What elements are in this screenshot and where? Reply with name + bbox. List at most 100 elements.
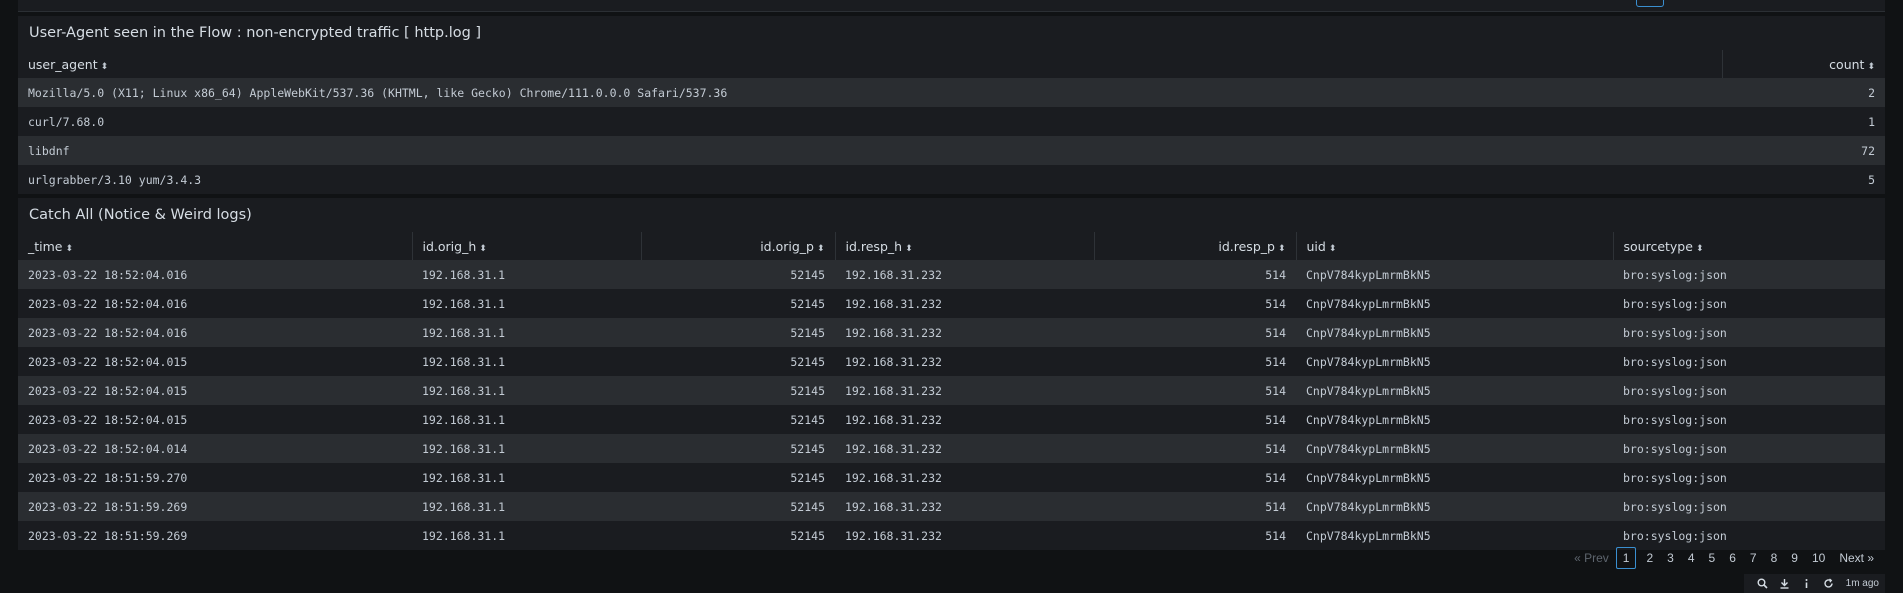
time-cell: 2023-03-22 18:51:59.270 (18, 463, 412, 492)
time-cell: 2023-03-22 18:52:04.016 (18, 260, 412, 289)
page-link-7[interactable]: 7 (1743, 551, 1764, 565)
page-link-3[interactable]: 3 (1660, 551, 1681, 565)
previous-panel-active-page[interactable] (1636, 0, 1664, 7)
resp-p-cell: 514 (1094, 492, 1296, 521)
orig-p-cell: 52145 (641, 318, 835, 347)
column-header-count[interactable]: count ⬍ (1721, 50, 1885, 78)
uid-cell: CnpV784kypLmrmBkN5 (1296, 318, 1613, 347)
sourcetype-cell: bro:syslog:json (1613, 347, 1885, 376)
column-header-user-agent[interactable]: user_agent ⬍ (18, 50, 1722, 78)
page-link-6[interactable]: 6 (1722, 551, 1743, 565)
orig-h-cell: 192.168.31.1 (412, 463, 641, 492)
search-icon[interactable] (1752, 574, 1774, 593)
table-row[interactable]: 2023-03-22 18:52:04.015 192.168.31.1 52145… (18, 376, 1885, 405)
resp-h-cell: 192.168.31.232 (835, 521, 1094, 550)
table-row[interactable]: 2023-03-22 18:52:04.015 192.168.31.1 52145… (18, 405, 1885, 434)
download-icon[interactable] (1774, 574, 1796, 593)
orig-p-cell: 52145 (641, 434, 835, 463)
sourcetype-cell: bro:syslog:json (1613, 434, 1885, 463)
info-icon[interactable] (1796, 574, 1818, 593)
table-header-row: _time ⬍ id.orig_h ⬍ id.orig_p ⬍ id.resp_h ⬍ … (18, 232, 1885, 260)
resp-p-cell: 514 (1094, 376, 1296, 405)
uid-cell: CnpV784kypLmrmBkN5 (1296, 463, 1613, 492)
refresh-icon[interactable] (1818, 574, 1840, 593)
orig-p-cell: 52145 (641, 289, 835, 318)
column-header-orig-h[interactable]: id.orig_h ⬍ (411, 232, 641, 260)
page-link-8[interactable]: 8 (1764, 551, 1785, 565)
sourcetype-cell: bro:syslog:json (1613, 492, 1885, 521)
column-header-sourcetype[interactable]: sourcetype ⬍ (1612, 232, 1885, 260)
column-header-time[interactable]: _time ⬍ (18, 232, 412, 260)
resp-h-cell: 192.168.31.232 (835, 318, 1094, 347)
sourcetype-cell: bro:syslog:json (1613, 463, 1885, 492)
user-agent-cell: curl/7.68.0 (18, 107, 1722, 136)
column-header-resp-h[interactable]: id.resp_h ⬍ (834, 232, 1094, 260)
next-page-link[interactable]: Next » (1832, 551, 1881, 565)
count-cell: 1 (1722, 107, 1885, 136)
orig-h-cell: 192.168.31.1 (412, 318, 641, 347)
orig-h-cell: 192.168.31.1 (412, 492, 641, 521)
user-agent-cell: Mozilla/5.0 (X11; Linux x86_64) AppleWeb… (18, 78, 1722, 107)
orig-h-cell: 192.168.31.1 (412, 521, 641, 550)
table-row[interactable]: 2023-03-22 18:51:59.269 192.168.31.1 52145… (18, 492, 1885, 521)
sourcetype-cell: bro:syslog:json (1613, 376, 1885, 405)
uid-cell: CnpV784kypLmrmBkN5 (1296, 260, 1613, 289)
resp-p-cell: 514 (1094, 318, 1296, 347)
sort-icon: ⬍ (100, 61, 109, 72)
panel-title: Catch All (Notice & Weird logs) (29, 207, 252, 223)
sourcetype-cell: bro:syslog:json (1613, 289, 1885, 318)
user-agent-panel: User-Agent seen in the Flow : non-encryp… (18, 16, 1885, 194)
resp-p-cell: 514 (1094, 521, 1296, 550)
time-cell: 2023-03-22 18:51:59.269 (18, 492, 412, 521)
sourcetype-cell: bro:syslog:json (1613, 260, 1885, 289)
catch-all-table: _time ⬍ id.orig_h ⬍ id.orig_p ⬍ id.resp_h ⬍ … (18, 232, 1885, 550)
page-link-2[interactable]: 2 (1639, 551, 1660, 565)
page-link-5[interactable]: 5 (1702, 551, 1723, 565)
page-link-9[interactable]: 9 (1784, 551, 1805, 565)
table-row[interactable]: 2023-03-22 18:52:04.015 192.168.31.1 52145… (18, 347, 1885, 376)
table-row[interactable]: curl/7.68.0 1 (18, 107, 1885, 136)
page-link-4[interactable]: 4 (1681, 551, 1702, 565)
orig-p-cell: 52145 (641, 376, 835, 405)
column-header-orig-p[interactable]: id.orig_p ⬍ (640, 232, 835, 260)
orig-h-cell: 192.168.31.1 (412, 434, 641, 463)
user-agent-table: user_agent ⬍ count ⬍ Mozilla/5.0 (X11; Lin… (18, 50, 1885, 194)
count-cell: 72 (1722, 136, 1885, 165)
time-cell: 2023-03-22 18:52:04.016 (18, 289, 412, 318)
time-cell: 2023-03-22 18:52:04.016 (18, 318, 412, 347)
previous-panel-footer (18, 0, 1885, 12)
uid-cell: CnpV784kypLmrmBkN5 (1296, 376, 1613, 405)
time-cell: 2023-03-22 18:52:04.015 (18, 347, 412, 376)
sort-icon: ⬍ (1277, 243, 1286, 254)
uid-cell: CnpV784kypLmrmBkN5 (1296, 289, 1613, 318)
page-link-10[interactable]: 10 (1805, 551, 1832, 565)
refreshed-time: 1m ago (1845, 578, 1879, 589)
resp-p-cell: 514 (1094, 347, 1296, 376)
table-row[interactable]: 2023-03-22 18:52:04.016 192.168.31.1 52145… (18, 260, 1885, 289)
time-cell: 2023-03-22 18:52:04.014 (18, 434, 412, 463)
orig-h-cell: 192.168.31.1 (412, 347, 641, 376)
resp-h-cell: 192.168.31.232 (835, 376, 1094, 405)
table-row[interactable]: Mozilla/5.0 (X11; Linux x86_64) AppleWeb… (18, 78, 1885, 107)
table-row[interactable]: 2023-03-22 18:52:04.016 192.168.31.1 52145… (18, 289, 1885, 318)
table-row[interactable]: 2023-03-22 18:52:04.014 192.168.31.1 52145… (18, 434, 1885, 463)
sourcetype-cell: bro:syslog:json (1613, 318, 1885, 347)
uid-cell: CnpV784kypLmrmBkN5 (1296, 405, 1613, 434)
page-link-1[interactable]: 1 (1615, 547, 1637, 569)
user-agent-cell: libdnf (18, 136, 1722, 165)
sort-icon: ⬍ (905, 243, 913, 254)
table-row[interactable]: 2023-03-22 18:52:04.016 192.168.31.1 52145… (18, 318, 1885, 347)
column-header-uid[interactable]: uid ⬍ (1295, 232, 1613, 260)
sort-icon: ⬍ (1867, 61, 1875, 72)
table-row[interactable]: 2023-03-22 18:51:59.270 192.168.31.1 52145… (18, 463, 1885, 492)
column-header-resp-p[interactable]: id.resp_p ⬍ (1093, 232, 1296, 260)
time-cell: 2023-03-22 18:51:59.269 (18, 521, 412, 550)
sort-icon: ⬍ (816, 243, 825, 254)
sort-icon: ⬍ (65, 243, 74, 254)
panel-footer: 1m ago (18, 574, 1885, 593)
table-row[interactable]: libdnf 72 (18, 136, 1885, 165)
table-row[interactable]: urlgrabber/3.10 yum/3.4.3 5 (18, 165, 1885, 194)
catch-all-panel: Catch All (Notice & Weird logs) _time ⬍ i… (18, 198, 1885, 550)
time-cell: 2023-03-22 18:52:04.015 (18, 376, 412, 405)
orig-p-cell: 52145 (641, 521, 835, 550)
